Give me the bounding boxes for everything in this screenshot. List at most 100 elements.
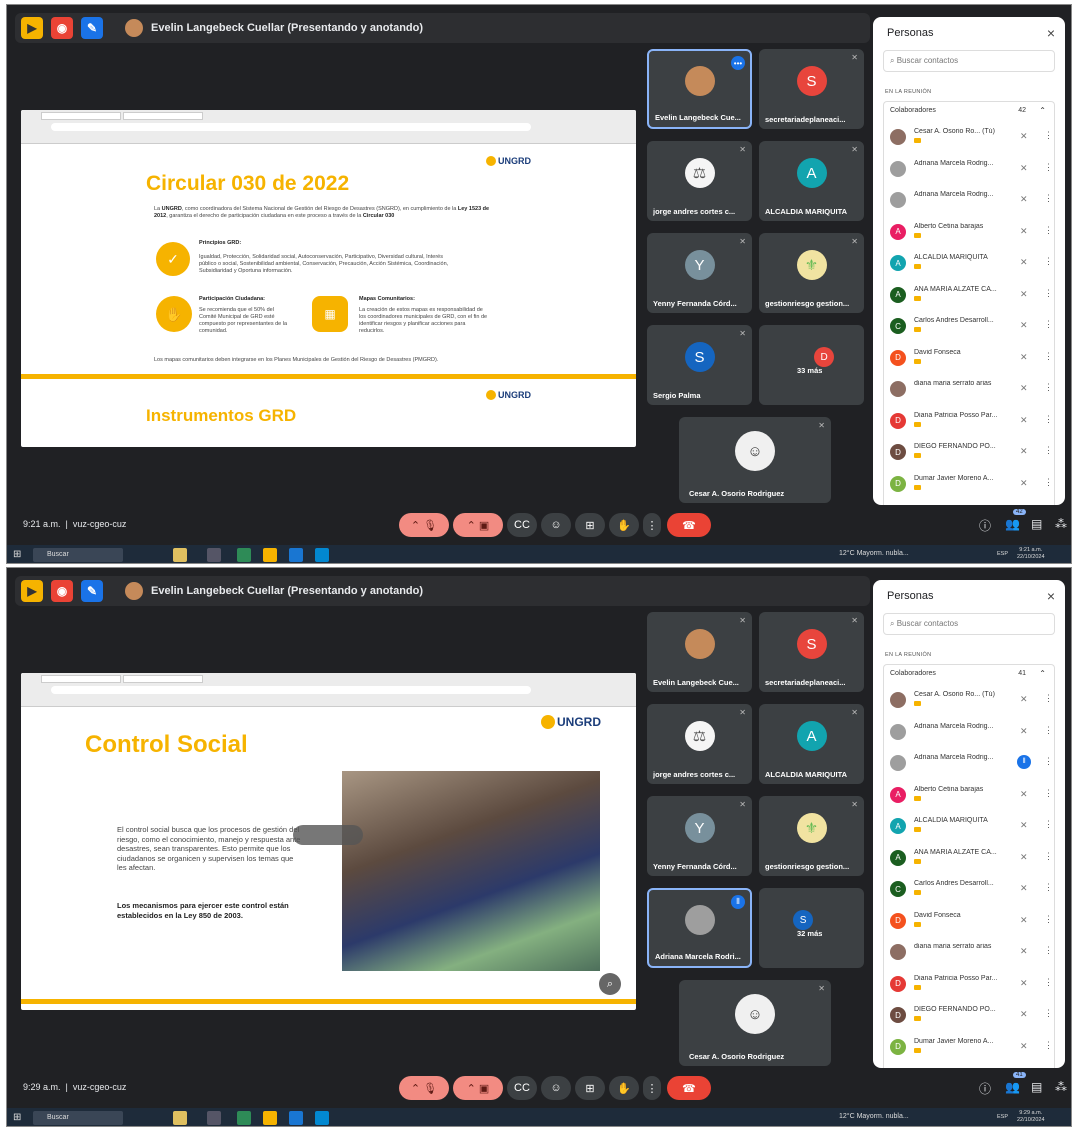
more-icon[interactable]: ⋮	[1044, 725, 1053, 736]
list-item[interactable]: D Dumar Javier Moreno A... ✕ ⋮	[884, 1031, 1054, 1063]
clock[interactable]: 9:21 a.m. 22/10/2024	[1017, 547, 1045, 561]
participant-tile[interactable]: ✕ S secretariadeplaneaci...	[759, 49, 864, 129]
emoji-button[interactable]: ☺	[541, 1076, 571, 1100]
list-item[interactable]: Adriana Marcela Rodrig... ✕ ⋮	[884, 153, 1054, 185]
more-icon[interactable]: ⋮	[1044, 1040, 1053, 1051]
list-item[interactable]: Adriana Marcela Rodrig... ✕ ⋮	[884, 184, 1054, 216]
raise-hand-button[interactable]: ✋	[609, 513, 639, 537]
close-icon[interactable]: ×	[1047, 588, 1055, 604]
info-icon[interactable]: ⓘ	[979, 517, 991, 534]
list-item[interactable]: A Alberto Cetina barajas ✕ ⋮	[884, 216, 1054, 248]
windows-start-icon[interactable]: ⊞	[13, 1112, 21, 1123]
store-icon[interactable]	[289, 1111, 303, 1125]
list-item[interactable]: C Carlos Andres Desarroll... ✕ ⋮	[884, 873, 1054, 905]
participant-tile[interactable]: ✕ ⚖ jorge andres cortes c...	[647, 704, 752, 784]
list-item[interactable]: D Diana Patricia Posso Par... ✕ ⋮	[884, 968, 1054, 1000]
browser-tab[interactable]	[41, 675, 121, 683]
list-item[interactable]: Adriana Marcela Rodrig... ⦀ ⋮	[884, 747, 1054, 779]
stop-presenting-icon[interactable]: ◉	[51, 580, 73, 602]
captions-button[interactable]: CC	[507, 513, 537, 537]
more-icon[interactable]: ⋮	[1044, 445, 1053, 456]
clock[interactable]: 9:29 a.m. 22/10/2024	[1017, 1110, 1045, 1124]
participant-tile[interactable]: ✕ Evelin Langebeck Cue...	[647, 612, 752, 692]
more-icon[interactable]: ⋮	[1044, 225, 1053, 236]
more-icon[interactable]: ⋮	[1044, 414, 1053, 425]
more-icon[interactable]: ⋮	[1044, 256, 1053, 267]
windows-start-icon[interactable]: ⊞	[13, 549, 21, 560]
weather-widget[interactable]: 12°C Mayorm. nubla...	[839, 550, 909, 557]
list-item[interactable]: Cesar A. Osorio Ro... (Tú) ✕ ⋮	[884, 121, 1054, 153]
more-icon[interactable]: ⋮	[1044, 914, 1053, 925]
edge-icon[interactable]	[237, 548, 251, 562]
annotate-icon[interactable]: ✎	[81, 580, 103, 602]
participant-tile[interactable]: ••• Evelin Langebeck Cue...	[647, 49, 752, 129]
list-item[interactable]: diana maria serrato arias ✕ ⋮	[884, 373, 1054, 405]
list-item[interactable]: D Diana Patricia Posso Par... ✕ ⋮	[884, 405, 1054, 437]
participant-tile[interactable]: ✕ Y Yenny Fernanda Córd...	[647, 796, 752, 876]
list-item[interactable]: D David Fonseca ✕ ⋮	[884, 905, 1054, 937]
more-icon[interactable]: ⋮	[1044, 288, 1053, 299]
more-icon[interactable]: ⋮	[1044, 351, 1053, 362]
people-icon[interactable]: 👥	[1005, 1080, 1020, 1094]
list-item[interactable]: A Alberto Cetina barajas ✕ ⋮	[884, 779, 1054, 811]
weather-widget[interactable]: 12°C Mayorm. nubla...	[839, 1113, 909, 1120]
present-button[interactable]: ⊞	[575, 1076, 605, 1100]
more-icon[interactable]: ⋮	[1044, 756, 1053, 767]
participant-tile[interactable]: ✕ S Sergio Palma	[647, 325, 752, 405]
group-header[interactable]: Colaboradores 41 ⌃	[883, 664, 1055, 684]
self-tile[interactable]: ✕ ☺ Cesar A. Osorio Rodriguez	[679, 980, 831, 1066]
more-icon[interactable]: ⋮	[1044, 788, 1053, 799]
more-icon[interactable]: ⋮	[1044, 319, 1053, 330]
list-item[interactable]: D David Fonseca ✕ ⋮	[884, 342, 1054, 374]
present-icon[interactable]: ▶	[21, 580, 43, 602]
more-options-button[interactable]: ⋮	[643, 1076, 661, 1100]
edge-icon[interactable]	[237, 1111, 251, 1125]
activities-icon[interactable]: ⁂	[1055, 1080, 1067, 1094]
list-item[interactable]: A ALCALDIA MARIQUITA ✕ ⋮	[884, 247, 1054, 279]
more-icon[interactable]: ⋮	[1044, 1008, 1053, 1019]
taskbar-search[interactable]: Buscar	[33, 1111, 123, 1125]
present-icon[interactable]: ▶	[21, 17, 43, 39]
language-indicator[interactable]: ESP	[997, 1114, 1008, 1120]
taskbar-app-icon[interactable]	[173, 1111, 187, 1125]
mail-icon[interactable]	[315, 548, 329, 562]
browser-tab[interactable]	[123, 112, 203, 120]
task-view-icon[interactable]	[207, 548, 221, 562]
present-button[interactable]: ⊞	[575, 513, 605, 537]
taskbar-app-icon[interactable]	[173, 548, 187, 562]
list-item[interactable]: Adriana Marcela Rodrig... ✕ ⋮	[884, 716, 1054, 748]
list-item[interactable]: D Dumar Javier Moreno A... ✕ ⋮	[884, 468, 1054, 500]
more-icon[interactable]: ⋮	[1044, 693, 1053, 704]
participant-tile[interactable]: ✕ A ALCALDIA MARIQUITA	[759, 141, 864, 221]
mic-toggle-button[interactable]: ⌃ 🎙	[399, 513, 449, 537]
raise-hand-button[interactable]: ✋	[609, 1076, 639, 1100]
emoji-button[interactable]: ☺	[541, 513, 571, 537]
more-options-icon[interactable]: •••	[731, 56, 745, 70]
list-item[interactable]: A ANA MARIA ALZATE CA... ✕ ⋮	[884, 842, 1054, 874]
list-item[interactable]: Cesar A. Osorio Ro... (Tú) ✕ ⋮	[884, 684, 1054, 716]
list-item[interactable]: diana maria serrato arias ✕ ⋮	[884, 936, 1054, 968]
chat-icon[interactable]: ▤	[1031, 1080, 1042, 1094]
more-icon[interactable]: ⋮	[1044, 193, 1053, 204]
participant-tile[interactable]: ✕ Y Yenny Fernanda Córd...	[647, 233, 752, 313]
people-icon[interactable]: 👥	[1005, 517, 1020, 531]
more-icon[interactable]: ⋮	[1044, 382, 1053, 393]
info-icon[interactable]: ⓘ	[979, 1080, 991, 1097]
activities-icon[interactable]: ⁂	[1055, 517, 1067, 531]
list-item[interactable]: A ANA MARIA ALZATE CA... ✕ ⋮	[884, 279, 1054, 311]
camera-toggle-button[interactable]: ⌃ ▣	[453, 513, 503, 537]
more-icon[interactable]: ⋮	[1044, 851, 1053, 862]
search-input[interactable]: ⌕ Buscar contactos	[883, 50, 1055, 72]
participant-tile[interactable]: ✕ ⚜ gestionriesgo gestion...	[759, 233, 864, 313]
end-call-button[interactable]: ☎	[667, 513, 711, 537]
list-item[interactable]: D DIEGO FERNANDO PO... ✕ ⋮	[884, 436, 1054, 468]
browser-tab[interactable]	[123, 675, 203, 683]
camera-toggle-button[interactable]: ⌃ ▣	[453, 1076, 503, 1100]
more-icon[interactable]: ⋮	[1044, 819, 1053, 830]
explorer-icon[interactable]	[263, 548, 277, 562]
reaction-toolbar[interactable]	[293, 825, 363, 845]
stop-presenting-icon[interactable]: ◉	[51, 17, 73, 39]
participant-tile[interactable]: ✕ ⚜ gestionriesgo gestion...	[759, 796, 864, 876]
more-options-button[interactable]: ⋮	[643, 513, 661, 537]
mail-icon[interactable]	[315, 1111, 329, 1125]
